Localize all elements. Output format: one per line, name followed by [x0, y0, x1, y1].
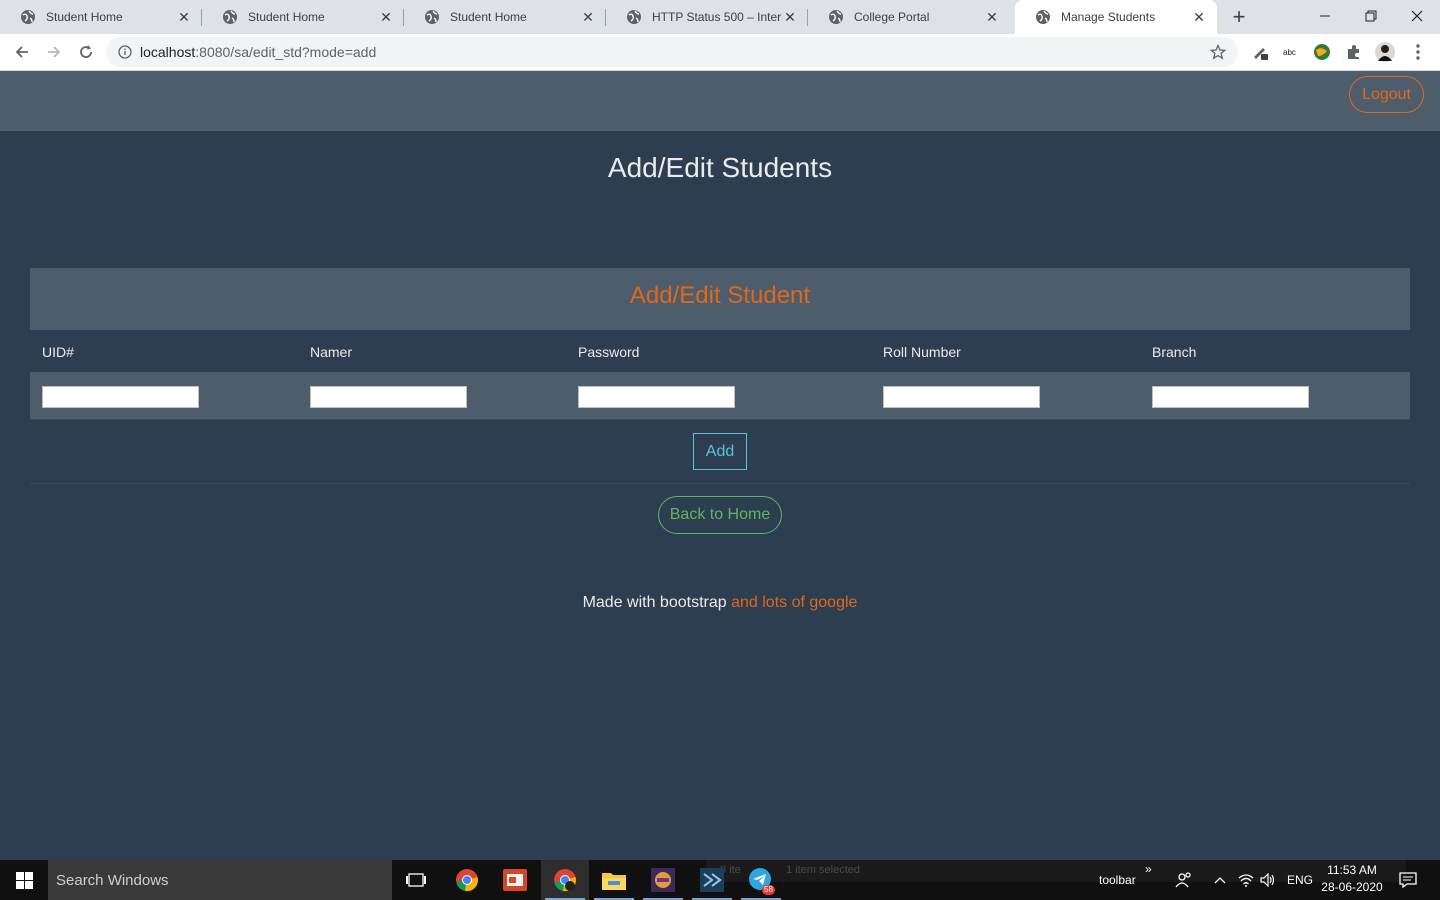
file-explorer-icon[interactable] [590, 860, 638, 900]
browser-tab[interactable]: Student Home ✕ [0, 0, 202, 34]
browser-tab[interactable]: College Portal ✕ [808, 0, 1010, 34]
task-view-icon[interactable] [392, 860, 440, 900]
roll-number-input[interactable] [883, 386, 1040, 408]
back-arrow-icon[interactable] [10, 40, 34, 64]
close-icon[interactable]: ✕ [176, 9, 192, 25]
close-icon[interactable]: ✕ [984, 9, 1000, 25]
branch-input[interactable] [1152, 386, 1309, 408]
tab-title: Manage Students [1061, 10, 1156, 24]
windows-start-icon[interactable] [0, 860, 48, 900]
tab-title: Student Home [248, 10, 325, 24]
password-input[interactable] [578, 386, 735, 408]
info-icon[interactable] [118, 45, 132, 59]
profile-avatar-icon[interactable] [1375, 42, 1395, 62]
ghost-selection-text: 1 item selected [786, 864, 860, 876]
panel-heading: Add/Edit Student [30, 268, 1410, 330]
extension-globe-icon[interactable] [1312, 42, 1332, 62]
clock-date: 28-06-2020 [1321, 880, 1383, 894]
game-app-icon[interactable] [639, 860, 687, 900]
close-icon[interactable]: ✕ [1191, 9, 1207, 25]
restore-button[interactable] [1348, 0, 1394, 32]
chevron-up-icon[interactable] [1208, 860, 1232, 900]
globe-icon [828, 9, 844, 25]
footer-text: Made with bootstrap [582, 594, 727, 611]
search-placeholder: Search Windows [56, 871, 169, 889]
extensions-puzzle-icon[interactable] [1344, 42, 1364, 62]
column-header-row: UID# Namer Password Roll Number Branch [30, 330, 1410, 372]
close-window-button[interactable] [1394, 0, 1440, 32]
minimize-button[interactable] [1302, 0, 1348, 32]
browser-tab[interactable]: HTTP Status 500 – Interna ✕ [606, 0, 808, 34]
close-icon[interactable]: ✕ [580, 9, 596, 25]
reload-icon[interactable] [74, 40, 98, 64]
extension-abp-icon[interactable]: abc [1282, 42, 1302, 62]
tab-strip: Student Home ✕ Student Home ✕ Student Ho… [0, 0, 1440, 34]
globe-icon [222, 9, 238, 25]
clock-time: 11:53 AM [1327, 863, 1377, 877]
tab-title: Student Home [450, 10, 527, 24]
toolbar-expand-icon[interactable]: » [1145, 862, 1152, 876]
extension-pen-icon[interactable] [1250, 42, 1270, 62]
tab-title: College Portal [854, 10, 930, 24]
top-navbar: Logout [0, 71, 1440, 131]
page-title: Add/Edit Students [607, 152, 833, 183]
close-icon[interactable]: ✕ [782, 9, 798, 25]
globe-icon [1035, 9, 1051, 25]
telegram-icon[interactable]: 58 [737, 860, 785, 900]
add-button[interactable]: Add [693, 433, 747, 470]
browser-tab-active[interactable]: Manage Students ✕ [1015, 0, 1217, 34]
name-input[interactable] [310, 386, 467, 408]
vscode-icon[interactable] [688, 860, 736, 900]
notification-center-icon[interactable] [1386, 860, 1430, 900]
bookmark-star-icon[interactable] [1210, 44, 1226, 60]
globe-icon [626, 9, 642, 25]
browser-tab[interactable]: Student Home ✕ [404, 0, 606, 34]
people-icon[interactable] [1162, 860, 1206, 900]
windows-taskbar: 8 ite 1 item selected Search Windows 58 … [0, 860, 1440, 900]
student-panel: Add/Edit Student UID# Namer Password Rol… [30, 268, 1410, 420]
chrome-icon[interactable] [443, 860, 491, 900]
svg-text:abc: abc [1283, 48, 1296, 57]
logout-button[interactable]: Logout [1349, 76, 1424, 113]
column-header-branch: Branch [1152, 344, 1197, 360]
menu-kebab-icon[interactable] [1408, 42, 1428, 62]
globe-icon [424, 9, 440, 25]
footer: Made with bootstrap and lots of google [0, 594, 1440, 612]
column-header-password: Password [578, 344, 640, 360]
close-icon[interactable]: ✕ [378, 9, 394, 25]
globe-icon [20, 9, 36, 25]
footer-link[interactable]: and lots of google [731, 594, 857, 611]
toolbar-label[interactable]: toolbar [1099, 873, 1136, 887]
uid-input[interactable] [42, 386, 199, 408]
browser-toolbar: localhost:8080/sa/edit_std?mode=add abc [0, 34, 1440, 71]
windows-search-box[interactable]: Search Windows [48, 860, 392, 900]
url-text: localhost:8080/sa/edit_std?mode=add [140, 44, 377, 60]
forward-arrow-icon[interactable] [42, 40, 66, 64]
back-to-home-button[interactable]: Back to Home [658, 496, 782, 534]
telegram-badge: 58 [762, 885, 775, 895]
tab-title: Student Home [46, 10, 123, 24]
address-bar[interactable]: localhost:8080/sa/edit_std?mode=add [106, 37, 1238, 67]
input-row [30, 372, 1410, 420]
column-header-uid: UID# [42, 344, 74, 360]
divider [30, 483, 1410, 484]
clock[interactable]: 11:53 AM 28-06-2020 [1318, 863, 1386, 894]
new-tab-button[interactable]: + [1226, 5, 1252, 29]
wifi-icon[interactable] [1234, 860, 1258, 900]
volume-icon[interactable] [1256, 860, 1280, 900]
language-indicator[interactable]: ENG [1287, 873, 1313, 887]
powerpoint-icon[interactable] [491, 860, 539, 900]
tab-title: HTTP Status 500 – Interna [652, 10, 782, 24]
browser-tab[interactable]: Student Home ✕ [202, 0, 404, 34]
column-header-name: Namer [310, 344, 353, 360]
column-header-roll-number: Roll Number [883, 344, 961, 360]
chrome-profile-icon[interactable] [541, 860, 589, 900]
